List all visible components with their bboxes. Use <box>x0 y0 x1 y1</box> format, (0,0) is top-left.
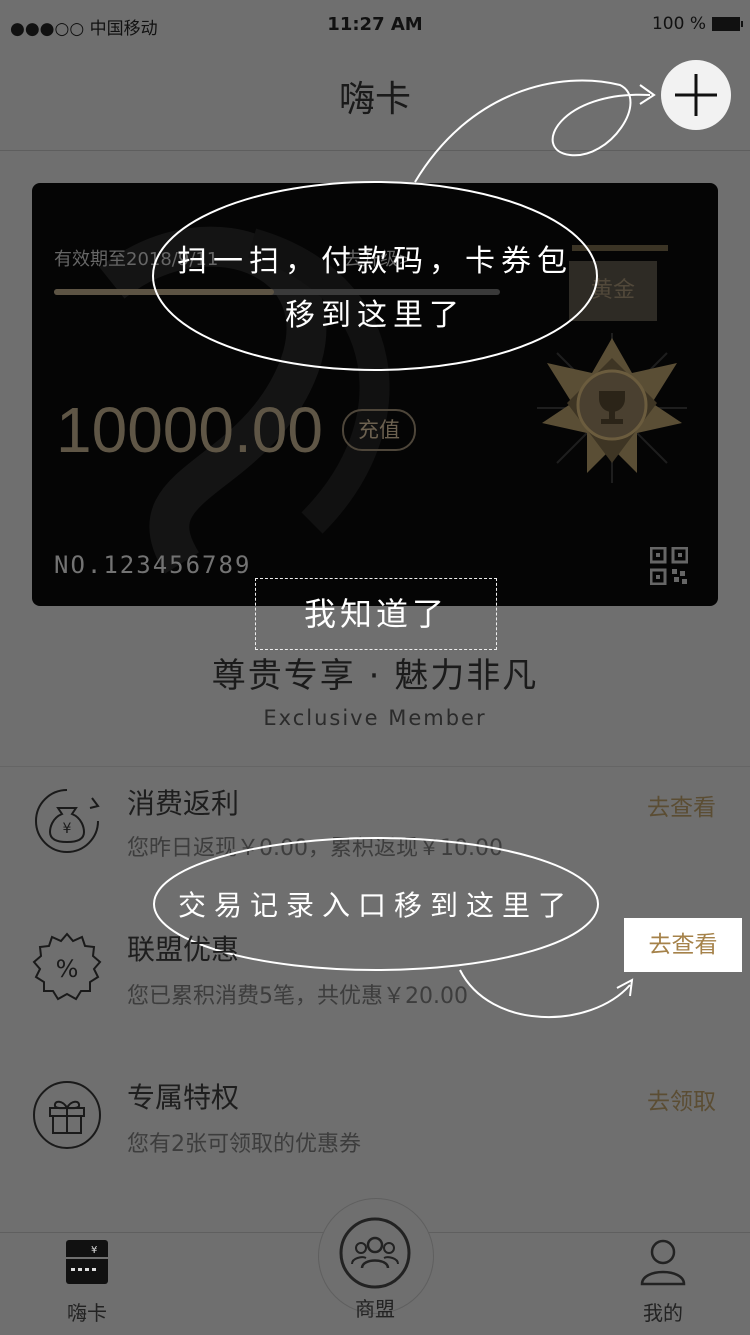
privilege-title: 专属特权 <box>127 1081 240 1114</box>
percent-badge-icon: % <box>32 932 102 1001</box>
alliance-desc: 您已累积消费5笔，共优惠￥20.00 <box>127 984 468 1009</box>
annotation-scan-line2: 移到这里了 <box>285 298 465 333</box>
privilege-desc: 您有2张可领取的优惠券 <box>127 1132 361 1157</box>
privilege-claim-link[interactable]: 去领取 <box>647 1082 716 1116</box>
alliance-title: 联盟优惠 <box>127 933 240 966</box>
status-bar: ●●●○○ 中国移动 11:27 AM 100 % <box>0 0 750 50</box>
annotation-records: 交易记录入口移到这里了 <box>177 889 574 922</box>
annotation-scan-line1: 扫一扫，付款码，卡券包 <box>177 244 573 279</box>
recharge-button[interactable]: 充值 <box>342 409 416 451</box>
card-number: NO.123456789 <box>54 551 252 579</box>
clock: 11:27 AM <box>327 14 423 35</box>
gift-icon <box>33 1081 101 1149</box>
card-icon: ¥ <box>66 1240 108 1284</box>
group-icon <box>339 1217 411 1289</box>
rebate-view-link[interactable]: 去查看 <box>647 788 716 822</box>
rebate-title: 消费返利 <box>127 787 240 820</box>
annotation-arrow-top <box>152 79 656 371</box>
tab-alliance-label: 商盟 <box>355 1297 395 1321</box>
qr-code-icon[interactable] <box>650 547 688 585</box>
user-icon <box>640 1239 686 1286</box>
battery-percent: 100 % <box>651 14 706 34</box>
slogan-cn: 尊贵专享 · 魅力非凡 <box>211 656 539 696</box>
balance-amount: 10000.00 <box>56 394 323 466</box>
alliance-view-link[interactable]: 去查看 <box>624 918 742 972</box>
slogan-en: Exclusive Member <box>263 706 487 730</box>
tab-mine-label: 我的 <box>643 1301 683 1325</box>
battery-status: 100 % <box>651 14 743 34</box>
tab-mine[interactable]: 我的 <box>616 1238 710 1326</box>
tab-alliance[interactable]: 商盟 <box>328 1216 422 1322</box>
tab-haika-label: 嗨卡 <box>67 1301 107 1325</box>
section-divider <box>0 766 750 767</box>
battery-icon <box>712 17 743 31</box>
got-it-button[interactable]: 我知道了 <box>255 578 497 650</box>
svg-text:%: % <box>56 955 79 983</box>
tab-haika[interactable]: ¥ 嗨卡 <box>40 1238 134 1326</box>
svg-text:¥: ¥ <box>91 1245 97 1256</box>
